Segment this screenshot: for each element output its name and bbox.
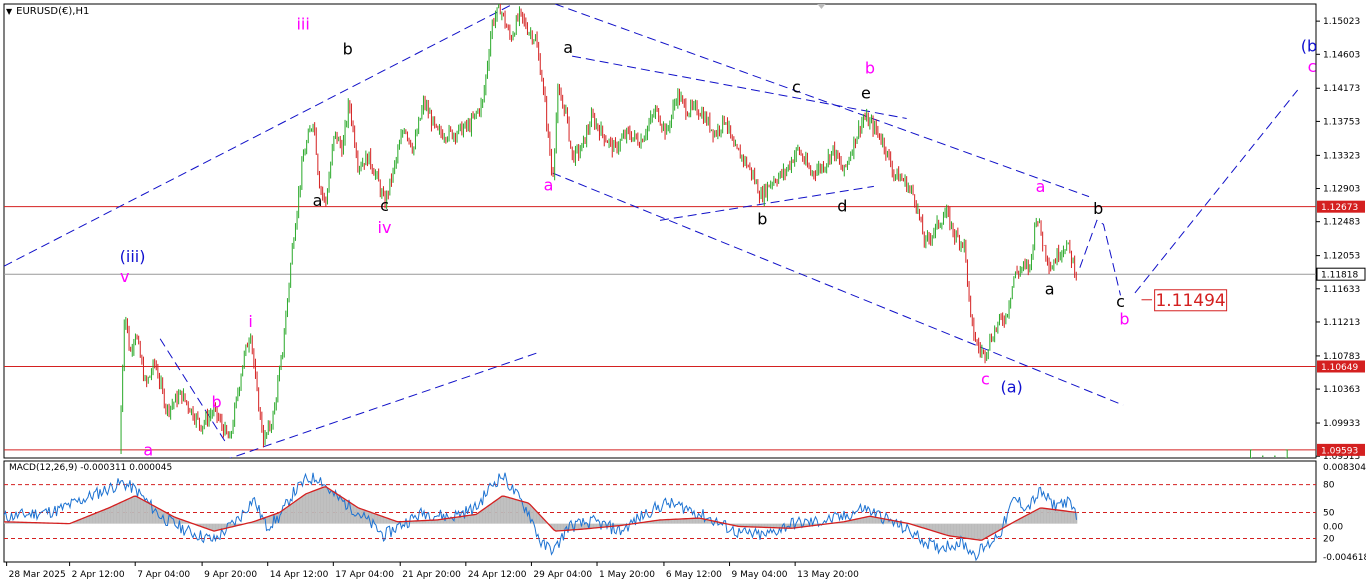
price-tick-label: 1.10783 — [1323, 352, 1360, 362]
wave-label: (a) — [1000, 377, 1022, 396]
wave-label: b — [1093, 199, 1103, 218]
macd-level-label: 0.00 — [1323, 522, 1343, 532]
time-tick-label: 6 May 12:00 — [666, 570, 722, 580]
trend-line — [229, 351, 540, 458]
level-price-tag: 1.12673 — [1321, 203, 1358, 213]
dropdown-arrow-icon[interactable]: ▼ — [6, 7, 12, 16]
trend-line — [572, 55, 907, 119]
price-tick-label: 1.12903 — [1323, 185, 1360, 195]
macd-scale-top: 0.008304 — [1323, 463, 1366, 473]
time-tick-label: 28 Mar 2025 — [9, 570, 66, 580]
wave-label: b — [211, 392, 221, 411]
wave-label: a — [563, 38, 573, 57]
wave-label: (b) — [1301, 36, 1324, 55]
time-tick-label: 17 Apr 04:00 — [335, 570, 394, 580]
wave-label: c — [1308, 57, 1317, 76]
time-tick-label: 7 Apr 04:00 — [137, 570, 190, 580]
time-tick-label: 2 Apr 12:00 — [72, 570, 125, 580]
wave-label: b — [757, 209, 767, 228]
wave-label: c — [792, 77, 801, 96]
price-tick-label: 1.12053 — [1323, 252, 1360, 262]
wave-label: b — [865, 58, 875, 77]
wave-label: a — [544, 175, 554, 194]
trend-line — [1079, 219, 1121, 296]
wave-label: c — [1116, 292, 1125, 311]
price-tick-label: 1.10363 — [1323, 385, 1360, 395]
price-tick-label: 1.14173 — [1323, 84, 1360, 94]
price-tick-label: 1.12483 — [1323, 218, 1360, 228]
wave-label: a — [143, 441, 153, 460]
scroll-marker-icon — [817, 4, 826, 9]
level-price-tag: 1.10649 — [1321, 363, 1358, 373]
wave-label: b — [1119, 310, 1129, 329]
macd-title: MACD(12,26,9) -0.000311 0.000045 — [9, 463, 173, 473]
chart-canvas: iiiba civ(iii)vibaaabc ebdabacbc (a)(b)c1.1… — [3, 3, 1366, 580]
time-axis: 28 Mar 2025 2 Apr 12:00 7 Apr 04:00 9 Apr 2… — [6, 562, 859, 580]
wave-label: b — [343, 40, 353, 59]
axis-layer: 1.15023 1.14603 1.14173 1.13753 1.13323 1.129… — [1316, 17, 1366, 563]
trend-line — [553, 4, 1090, 198]
macd-level-label: 50 — [1323, 509, 1335, 519]
time-tick-label: 21 Apr 20:00 — [402, 570, 461, 580]
wave-label: e — [861, 84, 871, 103]
level-price-tag: 1.09593 — [1321, 446, 1358, 456]
chart-title-bar[interactable]: ▼ EURUSD(€),H1 — [6, 6, 89, 17]
wave-label: iii — [296, 14, 309, 33]
time-tick-label: 9 May 04:00 — [732, 570, 788, 580]
price-tick-label: 1.14603 — [1323, 50, 1360, 60]
trend-line — [1134, 89, 1299, 294]
time-tick-label: 9 Apr 20:00 — [204, 570, 257, 580]
wave-label: a — [1045, 280, 1055, 299]
time-tick-label: 14 Apr 12:00 — [270, 570, 329, 580]
price-tick-label: 1.13753 — [1323, 117, 1360, 127]
time-tick-label: 1 May 20:00 — [599, 570, 655, 580]
time-tick-label: 13 May 20:00 — [797, 570, 859, 580]
macd-level-label: 20 — [1323, 535, 1335, 545]
wave-label: iv — [378, 218, 392, 237]
price-plot-area: iiiba civ(iii)vibaaabc ebdabacbc (a)(b)c1.1… — [4, 4, 1324, 460]
symbol-title: EURUSD(€),H1 — [16, 6, 90, 17]
macd-pane — [3, 460, 1317, 563]
price-tick-label: 1.13323 — [1323, 151, 1360, 161]
macd-scale-bottom: -0.004618 — [1323, 553, 1366, 563]
price-tick-label: 1.15023 — [1323, 17, 1360, 27]
wave-label: i — [248, 312, 252, 331]
price-pane: iiiba civ(iii)vibaaabc ebdabacbc (a)(b)c1.1… — [3, 3, 1324, 460]
price-annotation-text: 1.11494 — [1155, 291, 1225, 311]
wave-label: c — [380, 196, 389, 215]
wave-label: (iii) — [120, 247, 146, 266]
time-tick-label: 29 Apr 04:00 — [533, 570, 592, 580]
wave-label: a — [1036, 177, 1046, 196]
macd-plot-area — [4, 472, 1316, 562]
current-price-tag: 1.11818 — [1321, 271, 1358, 281]
price-tick-label: 1.09933 — [1323, 419, 1360, 429]
wave-label: a — [313, 191, 323, 210]
price-tick-label: 1.11213 — [1323, 318, 1360, 328]
price-tick-label: 1.11633 — [1323, 285, 1360, 295]
wave-label: c — [981, 370, 990, 389]
time-tick-label: 24 Apr 12:00 — [468, 570, 527, 580]
wave-label: d — [837, 197, 847, 216]
wave-label: v — [120, 267, 129, 286]
macd-level-label: 80 — [1323, 481, 1335, 491]
